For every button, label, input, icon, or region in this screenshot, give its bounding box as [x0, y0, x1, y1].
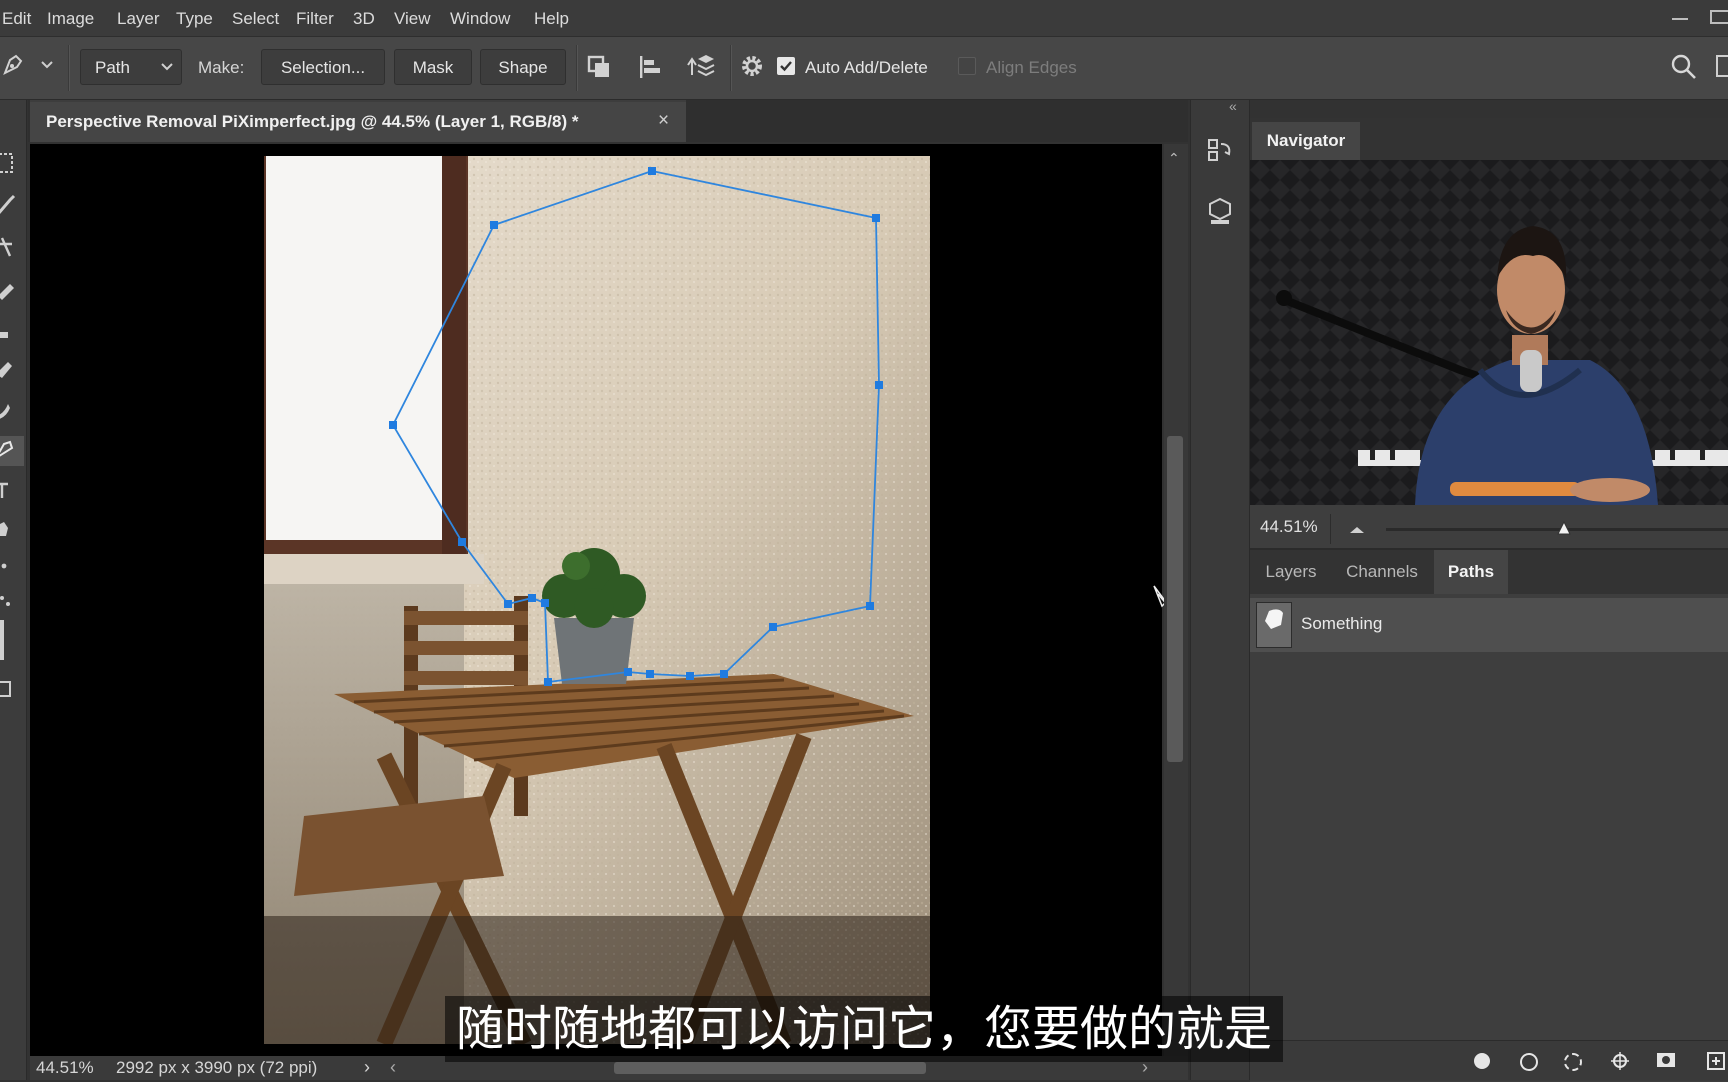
scroll-left-icon[interactable]: ‹: [390, 1057, 396, 1078]
path-anchor-point[interactable]: [528, 594, 536, 602]
vertical-scroll-thumb[interactable]: [1167, 436, 1183, 762]
status-zoom[interactable]: 44.51%: [36, 1058, 94, 1078]
tab-layers[interactable]: Layers: [1252, 550, 1330, 594]
tab-navigator[interactable]: Navigator: [1252, 122, 1360, 160]
add-mask-icon[interactable]: [1656, 1051, 1676, 1074]
navigator-zoom-bar: 44.51%: [1250, 508, 1728, 548]
path-anchor-point[interactable]: [720, 670, 728, 678]
path-anchor-point[interactable]: [458, 538, 466, 546]
path-thumbnail: [1256, 602, 1292, 648]
horizontal-scroll-thumb[interactable]: [614, 1062, 926, 1074]
path-anchor-point[interactable]: [504, 600, 512, 608]
load-selection-icon[interactable]: [1564, 1053, 1582, 1071]
status-menu-arrow[interactable]: ›: [364, 1057, 370, 1078]
path-outline: [391, 170, 880, 684]
tab-channels[interactable]: Channels: [1332, 550, 1432, 594]
path-anchors[interactable]: [389, 167, 883, 686]
fill-path-icon[interactable]: [1474, 1053, 1490, 1069]
path-anchor-point[interactable]: [544, 678, 552, 686]
path-anchor-point[interactable]: [866, 602, 874, 610]
path-anchor-point[interactable]: [389, 421, 397, 429]
path-anchor-point[interactable]: [648, 167, 656, 175]
history-icon[interactable]: [1205, 136, 1235, 171]
path-anchor-point[interactable]: [490, 221, 498, 229]
navigator-zoom-value[interactable]: 44.51%: [1260, 517, 1318, 537]
make-work-path-icon[interactable]: [1610, 1051, 1630, 1076]
scroll-up-icon[interactable]: ⌃: [1168, 150, 1180, 167]
path-anchor-point[interactable]: [624, 668, 632, 676]
path-anchor-point[interactable]: [872, 214, 880, 222]
new-path-icon[interactable]: [1706, 1051, 1726, 1076]
path-anchor-point[interactable]: [646, 670, 654, 678]
path-anchor-point[interactable]: [541, 599, 549, 607]
paths-panel-footer: [1250, 1040, 1728, 1081]
3d-panel-icon[interactable]: [1205, 196, 1235, 231]
collapse-icon[interactable]: «: [1229, 98, 1237, 114]
path-anchor-point[interactable]: [686, 672, 694, 680]
zoom-out-icon[interactable]: [1348, 522, 1366, 540]
path-row[interactable]: Something: [1250, 598, 1728, 652]
navigator-preview-image: [1250, 160, 1728, 505]
path-anchor-point[interactable]: [769, 623, 777, 631]
stroke-path-icon[interactable]: [1520, 1053, 1538, 1071]
tab-paths[interactable]: Paths: [1434, 550, 1508, 594]
status-doc-info: 2992 px x 3990 px (72 ppi): [116, 1058, 318, 1077]
navigator-preview[interactable]: [1250, 160, 1728, 505]
panel-icon-strip: «: [1190, 98, 1250, 1080]
path-name[interactable]: Something: [1301, 614, 1382, 634]
video-subtitle: 随时随地都可以访问它，您要做的就是: [445, 996, 1283, 1062]
navigator-zoom-slider-thumb[interactable]: [1556, 520, 1572, 541]
path-anchor-point[interactable]: [875, 381, 883, 389]
